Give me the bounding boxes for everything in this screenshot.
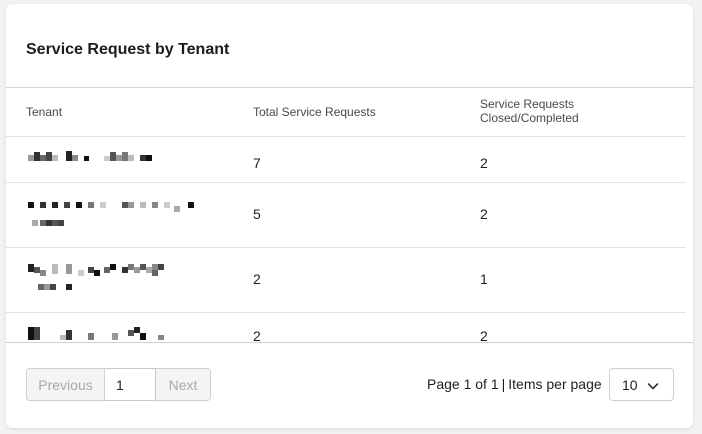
closed-requests-value: 2: [480, 206, 488, 222]
pagination-control: Previous Next: [26, 368, 211, 401]
separator: |: [501, 376, 506, 392]
total-requests-value: 5: [253, 206, 261, 222]
closed-requests-value: 2: [480, 328, 488, 342]
items-per-page-select[interactable]: 10: [609, 368, 674, 401]
tenant-name-redacted: [22, 183, 205, 247]
footer-divider: [6, 342, 693, 343]
table-row[interactable]: 5 2: [6, 183, 686, 247]
items-per-page-value: 10: [622, 376, 638, 393]
tenant-name-redacted: [22, 248, 205, 312]
items-per-page-label: Items per page: [508, 376, 602, 392]
total-requests-value: 7: [253, 155, 261, 171]
page-number-input[interactable]: [105, 368, 156, 401]
card-title: Service Request by Tenant: [26, 41, 230, 58]
table-row[interactable]: 7 2: [6, 137, 686, 182]
closed-requests-value: 2: [480, 155, 488, 171]
table-row[interactable]: 2 2: [6, 313, 686, 342]
tenant-name-redacted: [22, 313, 205, 342]
table-body[interactable]: 7 2 5 2 2 1 2 2: [6, 88, 693, 342]
service-request-card: Service Request by Tenant Tenant Total S…: [6, 4, 693, 428]
tenant-name-redacted: [22, 137, 205, 182]
chevron-down-icon: [647, 379, 659, 395]
page-count-text: Page 1 of 1: [427, 376, 499, 392]
table-row[interactable]: 2 1: [6, 248, 686, 312]
total-requests-value: 2: [253, 271, 261, 287]
closed-requests-value: 1: [480, 271, 488, 287]
next-page-button[interactable]: Next: [156, 368, 211, 401]
total-requests-value: 2: [253, 328, 261, 342]
page-info: Page 1 of 1 | Items per page: [427, 376, 602, 392]
previous-page-button[interactable]: Previous: [26, 368, 105, 401]
